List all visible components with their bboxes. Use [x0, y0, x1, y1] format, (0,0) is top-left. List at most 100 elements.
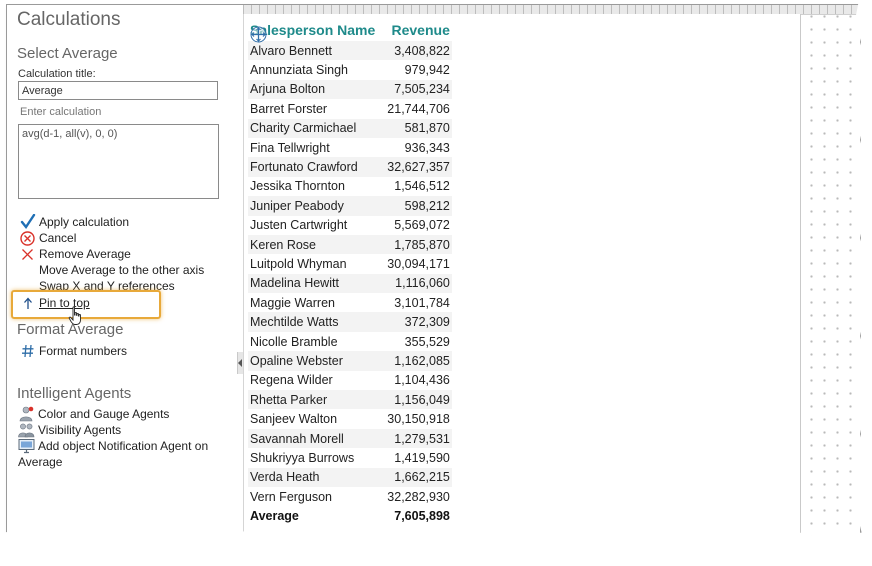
salesperson-cell[interactable]: Luitpold Whyman	[248, 254, 377, 273]
revenue-cell[interactable]: 1,116,060	[377, 273, 452, 294]
table-row[interactable]: Regena Wilder 1,104,436	[248, 371, 452, 390]
table-row[interactable]: Opaline Webster 1,162,085	[248, 351, 452, 371]
table-row[interactable]: Madelina Hewitt 1,116,060	[248, 273, 452, 294]
table-row[interactable]: Annunziata Singh 979,942	[248, 60, 452, 79]
revenue-cell[interactable]: 32,627,357	[377, 157, 452, 177]
salesperson-cell[interactable]: Alvaro Bennett	[248, 41, 378, 61]
revenue-cell[interactable]: 581,870	[377, 118, 452, 138]
revenue-cell[interactable]: 1,162,085	[377, 351, 452, 371]
cancel-button[interactable]: Cancel	[18, 230, 76, 246]
revenue-cell[interactable]: 21,744,706	[377, 99, 452, 118]
table-row[interactable]: Shukriyya Burrows 1,419,590	[248, 448, 452, 467]
calc-title-input[interactable]	[18, 81, 218, 100]
revenue-table[interactable]: Salesperson Name Revenue Alvaro Bennett 3…	[248, 19, 452, 526]
salesperson-cell[interactable]: Arjuna Bolton	[248, 79, 378, 100]
swap-references-button[interactable]: Swap X and Y references	[18, 278, 175, 290]
revenue-cell[interactable]: 3,408,822	[377, 41, 452, 61]
salesperson-cell[interactable]: Sanjeev Walton	[248, 409, 377, 428]
revenue-cell[interactable]: 979,942	[377, 60, 452, 79]
table-row[interactable]: Mechtilde Watts 372,309	[248, 312, 452, 332]
agent-person-icon	[18, 406, 36, 422]
calc-title-label: Calculation title:	[18, 68, 96, 80]
visibility-agents-button[interactable]: Visibility Agents	[18, 422, 121, 438]
salesperson-cell[interactable]: Fortunato Crawford	[248, 157, 378, 177]
table-row[interactable]: Luitpold Whyman 30,094,171	[248, 254, 452, 273]
revenue-cell[interactable]: 355,529	[377, 332, 452, 351]
table-row[interactable]: Charity Carmichael 581,870	[248, 118, 452, 138]
table-row[interactable]: Keren Rose 1,785,870	[248, 234, 452, 255]
salesperson-cell[interactable]: Keren Rose	[248, 234, 378, 255]
salesperson-cell[interactable]: Rhetta Parker	[248, 390, 378, 410]
move-axis-button[interactable]: Move Average to the other axis	[18, 262, 204, 278]
table-row[interactable]: Barret Forster 21,744,706	[248, 99, 452, 118]
table-row[interactable]: Jessika Thornton 1,546,512	[248, 177, 452, 196]
move-arrows-icon[interactable]	[250, 26, 267, 48]
table-row[interactable]: Alvaro Bennett 3,408,822	[248, 41, 452, 61]
table-row[interactable]: Verda Heath 1,662,215	[248, 467, 452, 487]
revenue-cell[interactable]: 3,101,784	[377, 293, 452, 312]
revenue-cell[interactable]: 5,569,072	[377, 216, 452, 235]
salesperson-cell[interactable]: Verda Heath	[248, 467, 378, 487]
table-row[interactable]: Rhetta Parker 1,156,049	[248, 390, 452, 410]
notification-agent-label: Add object Notification Agent on Average	[18, 439, 209, 469]
revenue-cell[interactable]: 372,309	[377, 312, 452, 332]
calc-expression-input[interactable]: avg(d-1, all(v), 0, 0)	[18, 124, 219, 199]
checkmark-icon	[18, 214, 37, 230]
table-row[interactable]: Justen Cartwright 5,569,072	[248, 216, 452, 235]
salesperson-cell[interactable]: Mechtilde Watts	[248, 312, 378, 332]
table-row[interactable]: Savannah Morell 1,279,531	[248, 428, 452, 449]
revenue-cell[interactable]: 1,662,215	[377, 467, 452, 487]
revenue-cell[interactable]: 7,505,234	[377, 79, 452, 100]
torn-edge-bottom	[0, 529, 872, 566]
revenue-cell[interactable]: 1,156,049	[377, 390, 452, 410]
format-numbers-button[interactable]: Format numbers	[18, 343, 127, 359]
app-window: Calculations Select Average Calculation …	[6, 4, 861, 546]
format-section-title: Format Average	[17, 321, 124, 338]
arrow-up-icon	[18, 295, 37, 311]
table-row[interactable]: Nicolle Bramble 355,529	[248, 332, 452, 351]
x-icon	[18, 246, 37, 262]
salesperson-cell[interactable]: Maggie Warren	[248, 293, 377, 312]
revenue-cell[interactable]: 936,343	[377, 138, 452, 157]
salesperson-cell[interactable]: Regena Wilder	[248, 371, 377, 390]
table-row[interactable]: Arjuna Bolton 7,505,234	[248, 79, 452, 100]
revenue-cell[interactable]: 1,104,436	[377, 371, 452, 390]
salesperson-cell[interactable]: Madelina Hewitt	[248, 273, 378, 294]
salesperson-cell[interactable]: Charity Carmichael	[248, 118, 378, 138]
revenue-cell[interactable]: 598,212	[377, 196, 452, 216]
revenue-cell[interactable]: 32,282,930	[377, 487, 452, 506]
color-gauge-agents-button[interactable]: Color and Gauge Agents	[18, 406, 169, 422]
table-row[interactable]: Maggie Warren 3,101,784	[248, 293, 452, 312]
salesperson-cell[interactable]: Fina Tellwright	[248, 138, 377, 157]
apply-calculation-button[interactable]: Apply calculation	[18, 214, 129, 230]
revenue-cell[interactable]: 1,785,870	[377, 234, 452, 255]
salesperson-cell[interactable]: Annunziata Singh	[248, 60, 377, 79]
salesperson-cell[interactable]: Opaline Webster	[248, 351, 378, 371]
header-salesperson-name[interactable]: Salesperson Name	[248, 19, 377, 41]
salesperson-cell[interactable]: Vern Ferguson	[248, 487, 377, 506]
salesperson-cell[interactable]: Nicolle Bramble	[248, 332, 377, 351]
table-row[interactable]: Vern Ferguson 32,282,930	[248, 487, 452, 506]
table-row[interactable]: Sanjeev Walton 30,150,918	[248, 409, 452, 428]
table-row[interactable]: Fortunato Crawford 32,627,357	[248, 157, 452, 177]
salesperson-cell[interactable]: Savannah Morell	[248, 428, 378, 449]
header-revenue[interactable]: Revenue	[377, 19, 452, 41]
salesperson-cell[interactable]: Shukriyya Burrows	[248, 448, 377, 467]
salesperson-cell[interactable]: Justen Cartwright	[248, 216, 377, 235]
revenue-cell[interactable]: 30,150,918	[377, 409, 452, 428]
revenue-cell[interactable]: 30,094,171	[377, 254, 452, 273]
revenue-cell[interactable]: 1,546,512	[377, 177, 452, 196]
remove-average-button[interactable]: Remove Average	[18, 246, 131, 262]
salesperson-cell[interactable]: Barret Forster	[248, 99, 377, 118]
panel-title: Calculations	[17, 9, 121, 30]
apply-label: Apply calculation	[39, 215, 130, 229]
salesperson-cell[interactable]: Jessika Thornton	[248, 177, 377, 196]
report-canvas: Salesperson Name Revenue Alvaro Bennett 3…	[243, 5, 860, 545]
notification-agent-button[interactable]: Add object Notification Agent on Average	[18, 438, 223, 470]
salesperson-cell[interactable]: Juniper Peabody	[248, 196, 378, 216]
table-row[interactable]: Juniper Peabody 598,212	[248, 196, 452, 216]
table-row[interactable]: Fina Tellwright 936,343	[248, 138, 452, 157]
revenue-cell[interactable]: 1,419,590	[377, 448, 452, 467]
revenue-cell[interactable]: 1,279,531	[377, 428, 452, 449]
swap-label: Swap X and Y references	[39, 279, 175, 290]
